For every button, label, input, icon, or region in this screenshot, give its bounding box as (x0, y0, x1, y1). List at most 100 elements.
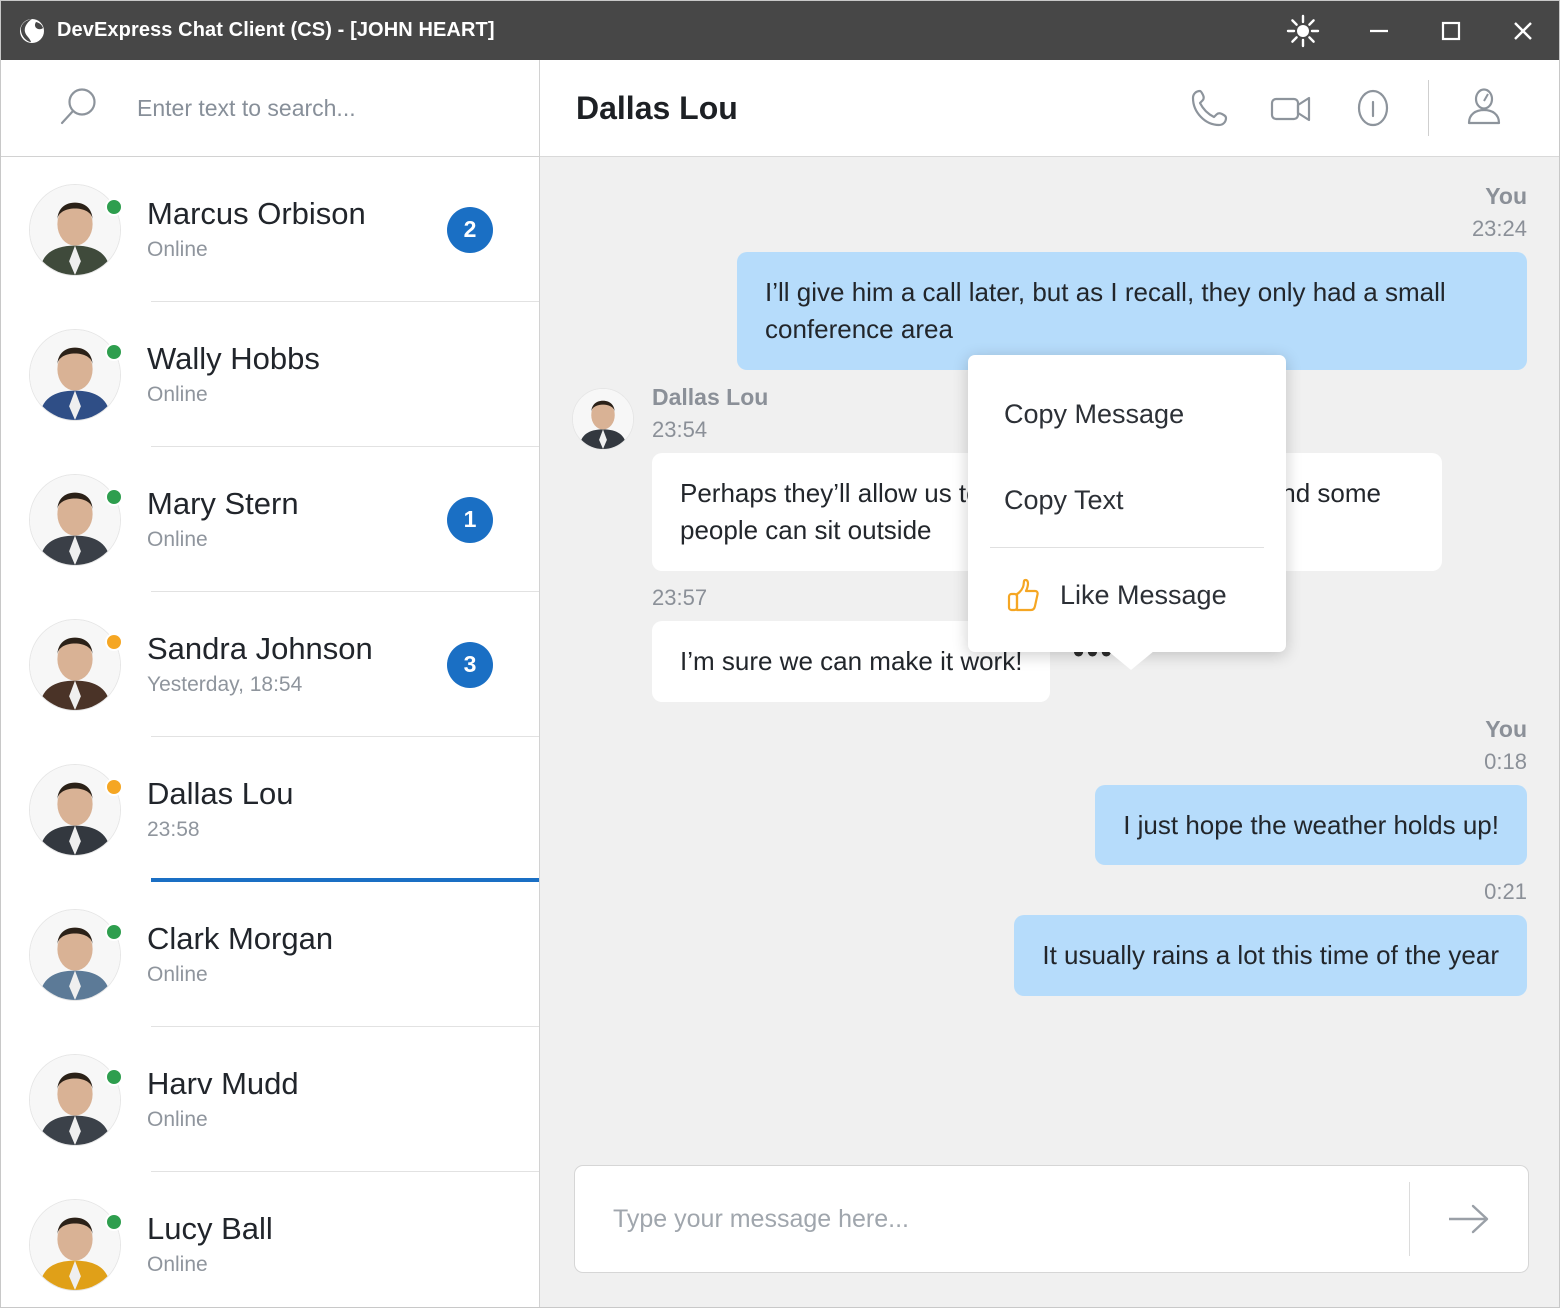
message-input[interactable] (613, 1205, 1409, 1234)
unread-badge: 2 (447, 207, 493, 253)
contact-name: Dallas Lou (147, 777, 447, 812)
send-button[interactable] (1410, 1166, 1528, 1272)
contact-status-text: Online (147, 963, 447, 987)
avatar-image (29, 909, 121, 1001)
message-list: You23:24I’ll give him a call later, but … (540, 157, 1559, 1147)
contact-name: Mary Stern (147, 487, 447, 522)
contact-status-text: 23:58 (147, 818, 447, 842)
contact-info: Marcus OrbisonOnline (147, 197, 447, 263)
message-group: 0:21 It usually rains a lot this time of … (572, 879, 1527, 996)
contact-info: Harv MuddOnline (147, 1067, 447, 1133)
user-profile-icon[interactable] (1443, 73, 1525, 143)
avatar-image (29, 1199, 121, 1291)
contact-list-item[interactable]: Sandra JohnsonYesterday, 18:543 (1, 592, 539, 737)
contact-info: Clark Morgan Online (147, 922, 447, 988)
avatar (29, 1199, 121, 1291)
status-dot-online (105, 343, 123, 361)
message-bubble[interactable]: I’ll give him a call later, but as I rec… (737, 252, 1527, 370)
contact-status-text: Online (147, 383, 447, 407)
chat-panel: Dallas Lou (540, 60, 1559, 1307)
thumbs-up-icon (1004, 576, 1042, 614)
contact-status-text: Online (147, 1108, 447, 1132)
avatar-image (29, 184, 121, 276)
arrow-right-icon (1441, 1197, 1497, 1241)
avatar (29, 1054, 121, 1146)
contact-list-item[interactable]: Lucy Ball Online (1, 1172, 539, 1307)
maximize-icon[interactable] (1415, 1, 1487, 60)
unread-badge: 1 (447, 497, 493, 543)
title-bar: DevExpress Chat Client (CS) - [JOHN HEAR… (1, 1, 1559, 60)
video-camera-icon[interactable] (1250, 73, 1332, 143)
contact-list-item[interactable]: Harv MuddOnline (1, 1027, 539, 1172)
window-body: Marcus OrbisonOnline2Wally HobbsOnlineMa… (1, 60, 1559, 1307)
status-dot-online (105, 488, 123, 506)
context-menu-item-label: Like Message (1060, 580, 1227, 611)
contact-list-item[interactable]: Dallas Lou 23:58 (1, 737, 539, 882)
status-dot-away (105, 778, 123, 796)
message-group: You23:24I’ll give him a call later, but … (572, 183, 1527, 370)
avatar (29, 619, 121, 711)
avatar (29, 909, 121, 1001)
contact-list: Marcus OrbisonOnline2Wally HobbsOnlineMa… (1, 157, 539, 1307)
contact-info: Wally Hobbs Online (147, 342, 447, 408)
header-divider (1428, 80, 1429, 136)
avatar-image (29, 474, 121, 566)
contact-list-item[interactable]: Wally Hobbs Online (1, 302, 539, 447)
avatar-image (29, 619, 121, 711)
contact-name: Sandra Johnson (147, 632, 447, 667)
avatar (29, 764, 121, 856)
context-menu-item-copy-message[interactable]: Copy Message (968, 371, 1286, 457)
message-group: You 0:18 I just hope the weather holds up! (572, 716, 1527, 866)
chat-header-actions (1168, 73, 1525, 143)
contact-name: Marcus Orbison (147, 197, 447, 232)
chat-title: Dallas Lou (576, 90, 738, 127)
contact-name: Wally Hobbs (147, 342, 447, 377)
chat-header: Dallas Lou (540, 60, 1559, 157)
status-dot-online (105, 923, 123, 941)
contact-status-text: Online (147, 1253, 447, 1277)
phone-icon[interactable] (1168, 73, 1250, 143)
info-circle-icon[interactable] (1332, 73, 1414, 143)
unread-badge: 3 (447, 642, 493, 688)
contact-name: Lucy Ball (147, 1212, 447, 1247)
message-author: You (572, 716, 1527, 743)
contact-list-item[interactable]: Clark Morgan Online (1, 882, 539, 1027)
search-icon (55, 85, 101, 131)
sun-icon[interactable] (1263, 1, 1343, 60)
chat-client-window: DevExpress Chat Client (CS) - [JOHN HEAR… (0, 0, 1560, 1308)
contact-status-text: Online (147, 528, 447, 552)
context-menu-item-label: Copy Message (1004, 399, 1184, 430)
contact-list-item[interactable]: Marcus OrbisonOnline2 (1, 157, 539, 302)
avatar (29, 474, 121, 566)
context-menu-item-copy-text[interactable]: Copy Text (968, 457, 1286, 543)
avatar (29, 329, 121, 421)
message-bubble[interactable]: I just hope the weather holds up! (1095, 785, 1527, 866)
status-dot-online (105, 1213, 123, 1231)
avatar-image (29, 1054, 121, 1146)
message-author: You (572, 183, 1527, 210)
contact-info: Sandra JohnsonYesterday, 18:54 (147, 632, 447, 698)
avatar (29, 184, 121, 276)
globe-icon (19, 18, 45, 44)
search-bar (1, 60, 539, 157)
contact-info: Lucy Ball Online (147, 1212, 447, 1278)
contact-list-item[interactable]: Mary Stern Online1 (1, 447, 539, 592)
status-dot-away (105, 633, 123, 651)
contact-name: Clark Morgan (147, 922, 447, 957)
close-icon[interactable] (1487, 1, 1559, 60)
status-dot-online (105, 1068, 123, 1086)
composer-area (540, 1147, 1559, 1307)
message-bubble[interactable]: It usually rains a lot this time of the … (1014, 915, 1527, 996)
status-dot-online (105, 198, 123, 216)
message-time: 0:21 (572, 879, 1527, 905)
context-menu-item-like-message[interactable]: Like Message (968, 552, 1286, 638)
context-menu-divider (990, 547, 1264, 548)
avatar-image (29, 764, 121, 856)
context-menu-tail (1108, 651, 1154, 670)
search-input[interactable] (137, 95, 517, 122)
minimize-icon[interactable] (1343, 1, 1415, 60)
context-menu-item-label: Copy Text (1004, 485, 1124, 516)
message-time: 0:18 (572, 749, 1527, 775)
avatar-image (29, 329, 121, 421)
contact-info: Mary Stern Online (147, 487, 447, 553)
